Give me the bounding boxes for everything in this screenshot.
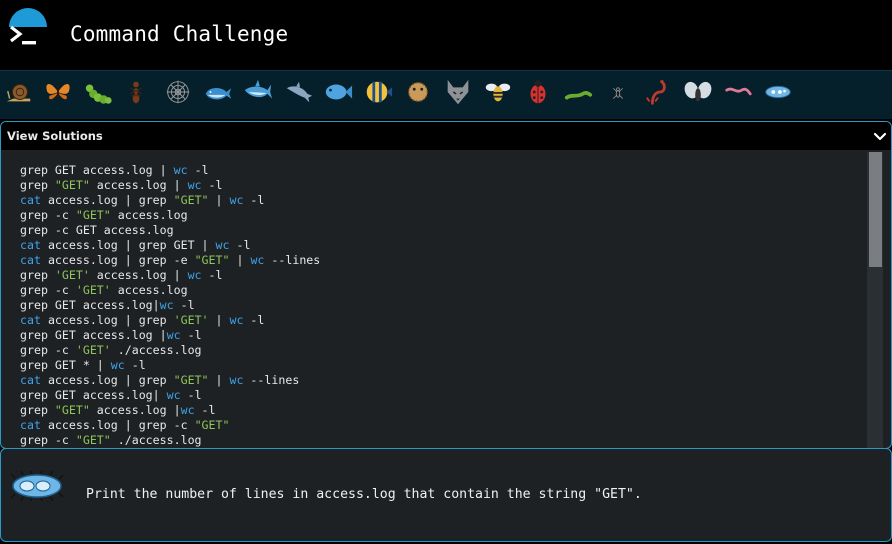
snail-icon[interactable] [3, 76, 35, 108]
solution-line: grep -c "GET" access.log [20, 208, 188, 222]
scrollbar-thumb[interactable] [869, 152, 882, 267]
solution-line: grep "GET" access.log |wc -l [20, 403, 216, 417]
microbe-icon[interactable] [762, 76, 794, 108]
solution-line: grep GET access.log |wc -l [20, 328, 202, 342]
solution-line: cat access.log | grep -c "GET" [20, 418, 230, 432]
fish-icon[interactable] [322, 76, 354, 108]
solution-line: grep GET access.log| wc -l [20, 388, 202, 402]
view-solutions-label[interactable]: View Solutions [7, 129, 103, 143]
fly-icon[interactable] [682, 76, 714, 108]
chevron-down-icon[interactable] [872, 128, 888, 144]
solutions-code-block: grep GET access.log | wc -l grep "GET" ac… [14, 163, 866, 448]
solutions-panel-header[interactable]: View Solutions [1, 122, 891, 151]
app-header: Command Challenge [0, 0, 892, 70]
solution-line: grep 'GET' access.log | wc -l [20, 268, 223, 282]
spider-icon[interactable] [602, 76, 634, 108]
shark-icon[interactable] [242, 76, 274, 108]
worm-pink-icon[interactable] [722, 76, 754, 108]
solution-line: grep "GET" access.log | wc -l [20, 178, 223, 192]
solution-line: grep -c "GET" ./access.log [20, 433, 202, 447]
spider-web-icon[interactable] [162, 76, 194, 108]
bee-icon[interactable] [482, 76, 514, 108]
wolf-icon[interactable] [442, 76, 474, 108]
challenge-icon-bar [0, 70, 892, 119]
solution-line: cat access.log | grep 'GET' | wc -l [20, 313, 265, 327]
solution-line: grep -c 'GET' ./access.log [20, 343, 202, 357]
terminal-prompt-icon [10, 25, 36, 45]
pufferfish-icon[interactable] [402, 76, 434, 108]
solution-line: cat access.log | grep -e "GET" | wc --li… [20, 253, 321, 267]
challenge-panel: Print the number of lines in access.log … [0, 448, 892, 542]
solution-line: cat access.log | grep "GET" | wc -l [20, 193, 265, 207]
app-title: Command Challenge [70, 22, 289, 46]
solution-line: cat access.log | grep GET | wc -l [20, 238, 251, 252]
solution-line: grep GET * | wc -l [20, 358, 146, 372]
ladybug-icon[interactable] [522, 76, 554, 108]
microbe-icon [10, 471, 64, 501]
caterpillar-icon[interactable] [82, 76, 114, 108]
ant-icon[interactable] [120, 76, 152, 108]
solution-line: grep GET access.log|wc -l [20, 298, 195, 312]
worm-icon[interactable] [562, 76, 594, 108]
solution-line: grep -c 'GET' access.log [20, 283, 188, 297]
scrollbar[interactable] [867, 152, 883, 448]
whale-icon[interactable] [202, 76, 234, 108]
challenge-prompt: Print the number of lines in access.log … [86, 487, 642, 502]
solution-line: grep GET access.log | wc -l [20, 163, 209, 177]
tropical-fish-icon[interactable] [362, 76, 394, 108]
solutions-panel: View Solutions grep GET access.log | wc … [0, 121, 892, 449]
solution-line: grep -c GET access.log [20, 223, 174, 237]
dolphin-icon[interactable] [283, 76, 315, 108]
scorpion-icon[interactable] [642, 76, 674, 108]
butterfly-icon[interactable] [42, 76, 74, 108]
solution-line: cat access.log | grep "GET" | wc --lines [20, 373, 300, 387]
